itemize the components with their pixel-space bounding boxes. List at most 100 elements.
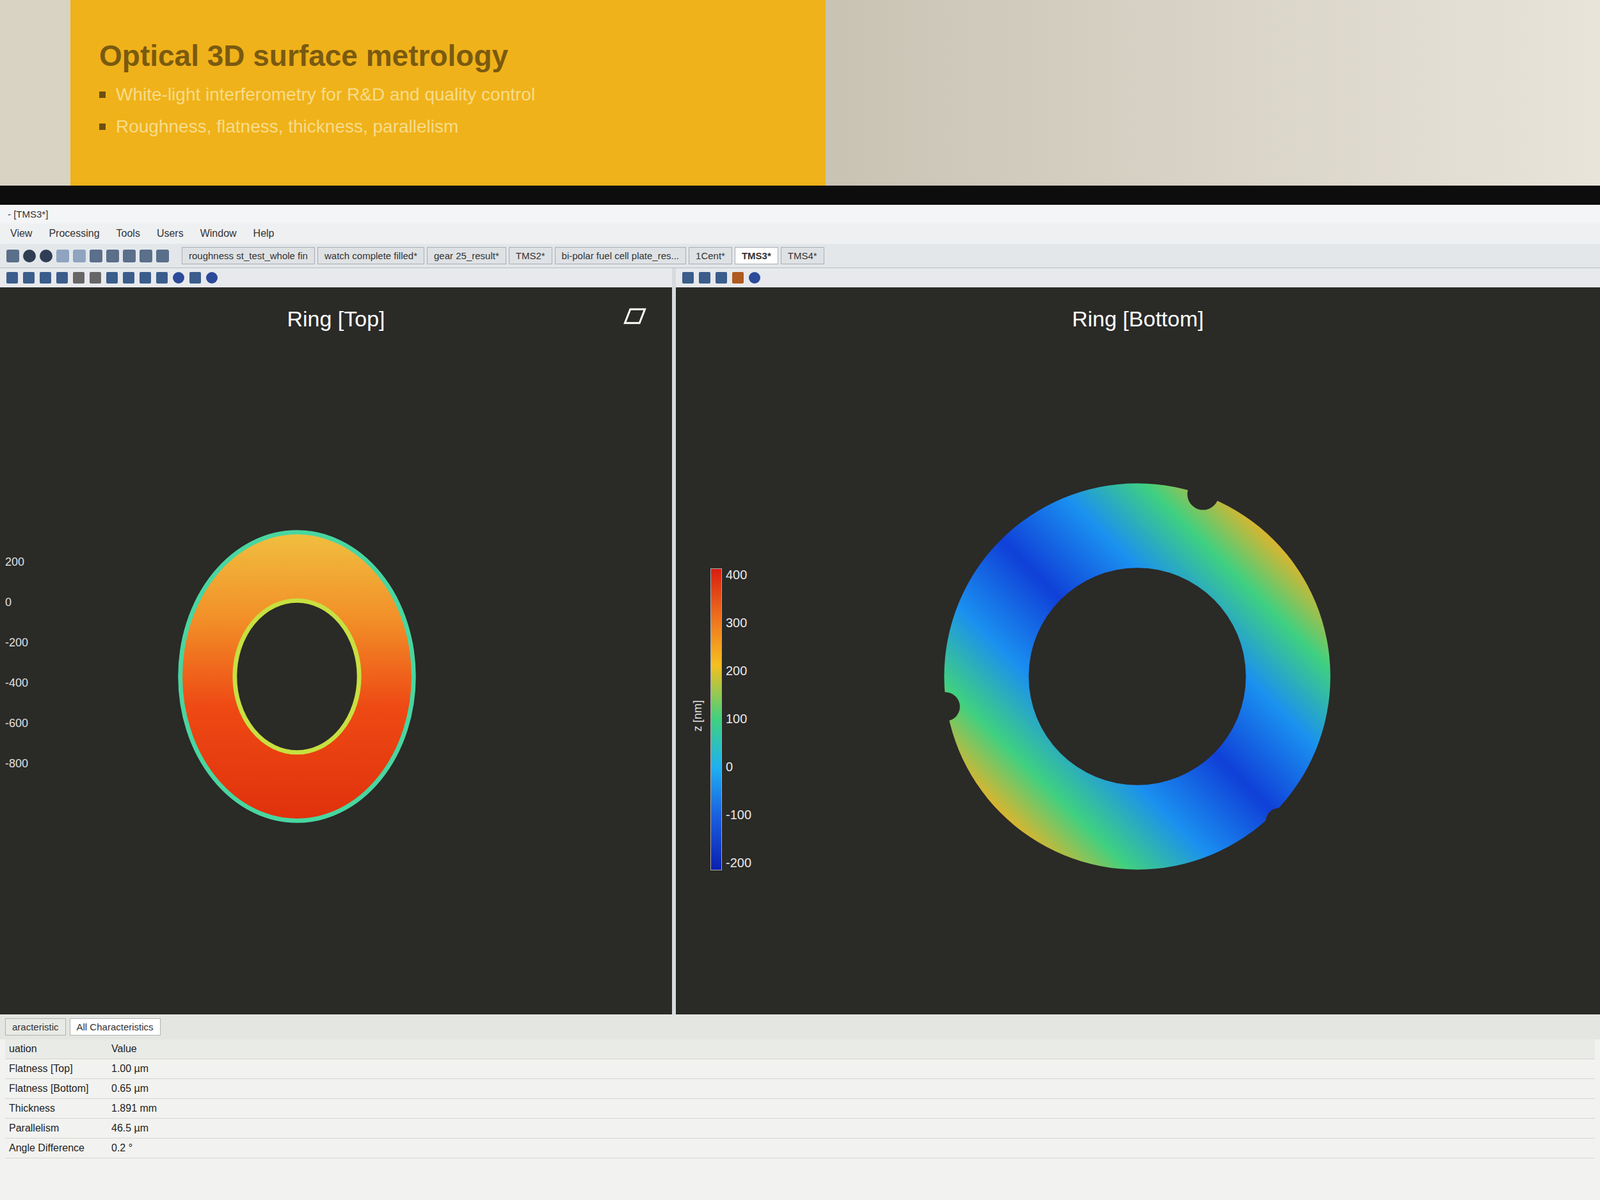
results-tab[interactable]: All Characteristics bbox=[69, 1018, 161, 1036]
panel-title: Ring [Bottom] bbox=[1072, 306, 1204, 332]
parallelogram-icon[interactable] bbox=[623, 306, 647, 326]
row-name: Thickness bbox=[5, 1100, 108, 1117]
axis-tick: -600 bbox=[5, 716, 50, 731]
copy-icon[interactable] bbox=[56, 249, 70, 263]
menu-item[interactable]: Window bbox=[199, 226, 239, 241]
document-tab[interactable]: watch complete filled* bbox=[317, 247, 425, 265]
panel-header: Ring [Bottom] bbox=[675, 287, 1600, 338]
row-value: 46.5 µm bbox=[107, 1120, 1595, 1136]
column-header: Value bbox=[107, 1041, 1595, 1057]
title-bar: - [TMS3*] bbox=[0, 204, 1600, 224]
colorbar-tick: 200 bbox=[725, 664, 752, 678]
layers-icon[interactable] bbox=[122, 249, 136, 263]
row-name: Angle Difference bbox=[5, 1140, 108, 1156]
grid-icon[interactable] bbox=[139, 272, 152, 284]
record-icon[interactable] bbox=[39, 249, 53, 263]
colorbar-tick: -100 bbox=[725, 808, 752, 822]
plot-body: 2000-200-400-600-800 bbox=[0, 337, 672, 1015]
table-row[interactable]: Thickness1.891 mm bbox=[5, 1098, 1595, 1119]
cells-icon[interactable] bbox=[189, 272, 201, 284]
select-icon[interactable] bbox=[6, 272, 18, 284]
table-row[interactable]: Angle Difference0.2 ° bbox=[5, 1138, 1595, 1159]
star-icon[interactable] bbox=[172, 272, 185, 284]
app-window: - [TMS3*] View Processing Tools Users Window H… bbox=[0, 204, 1600, 1200]
menu-item[interactable]: Tools bbox=[115, 226, 142, 241]
colorbar: z [nm]4003002001000-100-200 bbox=[675, 337, 752, 1015]
results-panel: aracteristicAll CharacteristicsuationVal… bbox=[0, 1014, 1600, 1200]
document-tab[interactable]: gear 25_result* bbox=[426, 247, 507, 265]
axis-tick: -200 bbox=[5, 636, 50, 650]
poster-bullet: White-light interferometry for R&D and q… bbox=[99, 84, 826, 105]
table-icon[interactable] bbox=[56, 272, 68, 284]
pin-icon[interactable] bbox=[748, 272, 761, 284]
row-value: 1.00 µm bbox=[107, 1061, 1595, 1077]
zoom-icon[interactable] bbox=[698, 272, 711, 284]
pin-icon[interactable] bbox=[206, 272, 218, 284]
redo-icon[interactable] bbox=[106, 249, 120, 263]
results-tab[interactable]: aracteristic bbox=[5, 1018, 66, 1036]
document-tab[interactable]: bi-polar fuel cell plate_res... bbox=[554, 247, 687, 265]
palette-icon[interactable] bbox=[732, 272, 744, 284]
axis-tick: -800 bbox=[5, 757, 50, 771]
chart-icon[interactable] bbox=[139, 249, 153, 263]
bottom-panel: Ring [Bottom]z [nm]4003002001000-100-200 bbox=[675, 268, 1600, 1015]
circle-icon[interactable] bbox=[106, 272, 118, 284]
table-row[interactable]: Flatness [Bottom]0.65 µm bbox=[5, 1079, 1595, 1099]
backdrop: Optical 3D surface metrology White-light … bbox=[0, 0, 1600, 186]
table-row[interactable]: Parallelism46.5 µm bbox=[5, 1118, 1595, 1139]
monitor: - [TMS3*] View Processing Tools Users Window H… bbox=[0, 185, 1600, 1200]
plot-body: z [nm]4003002001000-100-200 bbox=[675, 337, 1600, 1015]
toolbar: roughness st_test_whole finwatch complet… bbox=[0, 243, 1600, 269]
ring-wrap bbox=[49, 337, 672, 1015]
axis-tick: 0 bbox=[5, 595, 50, 610]
dots-icon[interactable] bbox=[156, 272, 168, 284]
colorbar-ticks: 4003002001000-100-200 bbox=[725, 568, 752, 870]
ring-bottom-heightmap bbox=[926, 465, 1349, 888]
panel-title: Ring [Top] bbox=[286, 306, 385, 332]
colorbar-gradient bbox=[710, 568, 722, 871]
document-tabs: roughness st_test_whole finwatch complet… bbox=[181, 247, 825, 265]
cross-icon[interactable] bbox=[89, 272, 102, 284]
document-tab[interactable]: TMS2* bbox=[508, 247, 553, 265]
undo-icon[interactable] bbox=[89, 249, 103, 263]
document-tab[interactable]: roughness st_test_whole fin bbox=[181, 247, 315, 265]
document-tab[interactable]: TMS3* bbox=[734, 247, 779, 265]
y-axis: 2000-200-400-600-800 bbox=[0, 337, 50, 1015]
measure-icon[interactable] bbox=[122, 272, 135, 284]
plus-icon[interactable] bbox=[39, 272, 52, 284]
plot-area: Ring [Top] 200 0 -200 -400 -600 -800 Ring [Bott… bbox=[0, 268, 1600, 1015]
colorbar-label-box: z [nm] bbox=[688, 568, 707, 863]
column-header: uation bbox=[5, 1041, 108, 1057]
panel-header: Ring [Top] bbox=[0, 287, 672, 338]
document-tab[interactable]: 1Cent* bbox=[688, 247, 733, 265]
save-icon[interactable] bbox=[6, 249, 20, 263]
page-icon[interactable] bbox=[156, 249, 169, 263]
paste-icon[interactable] bbox=[72, 249, 86, 263]
row-name: Parallelism bbox=[5, 1120, 108, 1136]
colorbar-tick: 400 bbox=[725, 568, 752, 582]
colorbar-tick: 0 bbox=[725, 760, 752, 774]
menu-item[interactable]: Help bbox=[252, 226, 276, 241]
copy-icon[interactable] bbox=[682, 272, 694, 284]
menu-item[interactable]: Users bbox=[155, 226, 185, 241]
panel-toolbar bbox=[675, 268, 1600, 288]
ruler-icon[interactable] bbox=[23, 272, 35, 284]
poster-title: Optical 3D surface metrology bbox=[99, 38, 826, 73]
histogram-icon[interactable] bbox=[715, 272, 728, 284]
row-value: 1.891 mm bbox=[107, 1100, 1595, 1117]
poster: Optical 3D surface metrology White-light … bbox=[70, 0, 826, 186]
colorbar-tick: -200 bbox=[725, 856, 752, 870]
colorbar-tick: 300 bbox=[725, 616, 752, 630]
results-tabs: aracteristicAll Characteristics bbox=[0, 1014, 1600, 1040]
row-name: Flatness [Bottom] bbox=[5, 1080, 108, 1097]
row-name: Flatness [Top] bbox=[5, 1061, 108, 1077]
wall bbox=[825, 0, 1600, 186]
lines-icon[interactable] bbox=[72, 272, 85, 284]
menu-item[interactable]: View bbox=[8, 226, 34, 241]
table-row[interactable]: Flatness [Top]1.00 µm bbox=[5, 1059, 1595, 1080]
document-tab[interactable]: TMS4* bbox=[780, 247, 825, 265]
ring-top-heightmap bbox=[159, 503, 435, 850]
menu-item[interactable]: Processing bbox=[47, 226, 101, 241]
axis-tick: -400 bbox=[5, 676, 50, 690]
info-icon[interactable] bbox=[23, 249, 36, 263]
